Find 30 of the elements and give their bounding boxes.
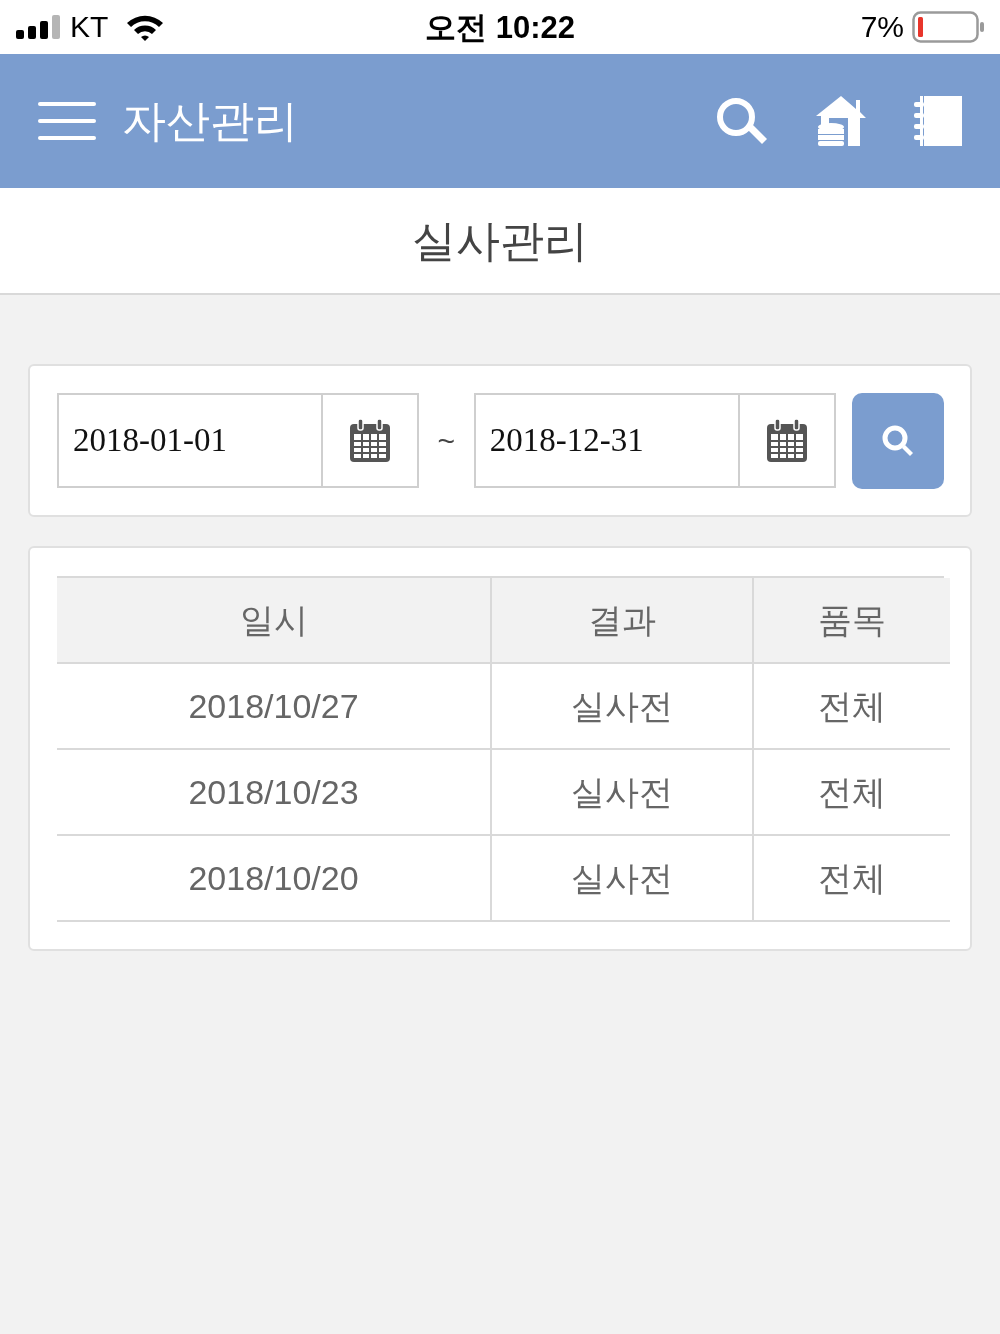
table-cell: 실사전 (490, 750, 752, 836)
app-title: 자산관리 (122, 99, 298, 143)
table-header-cell: 결과 (490, 578, 752, 664)
wifi-icon (126, 13, 165, 41)
calendar-icon (765, 418, 808, 463)
calendar-button[interactable] (323, 393, 419, 488)
signal-icon (16, 15, 60, 39)
date-field[interactable]: 2018-12-31 (473, 393, 740, 488)
table-cell: 전체 (752, 836, 950, 922)
range-separator: ~ (437, 425, 456, 456)
house-coins-icon[interactable] (816, 96, 866, 146)
page-title: 실사관리 (412, 218, 588, 263)
battery-percent: 7% (860, 12, 904, 42)
carrier-name: KT (70, 12, 109, 42)
search-button[interactable] (851, 392, 944, 489)
date-field[interactable]: 2018-01-01 (57, 393, 323, 488)
notebook-icon[interactable] (914, 96, 962, 146)
table-cell: 실사전 (490, 664, 752, 750)
table-header-cell: 품목 (752, 578, 950, 664)
table-cell: 전체 (752, 750, 950, 836)
table-header-cell: 일시 (57, 578, 490, 664)
table-cell: 전체 (752, 664, 950, 750)
table-cell: 실사전 (490, 836, 752, 922)
menu-icon[interactable] (38, 102, 96, 140)
battery-icon (912, 11, 984, 43)
search-icon[interactable] (716, 97, 768, 145)
search-icon (880, 423, 915, 458)
calendar-button[interactable] (739, 393, 836, 488)
status-time: 오전 10:22 (425, 11, 575, 43)
calendar-icon (349, 418, 391, 463)
